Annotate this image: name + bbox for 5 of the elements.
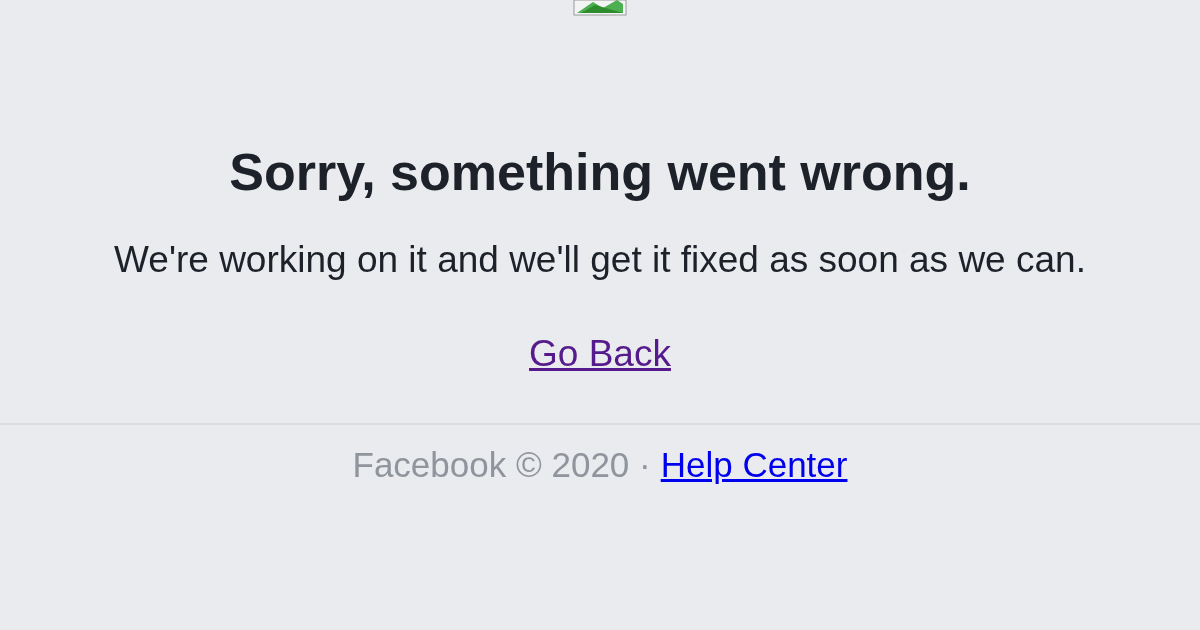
go-back-link[interactable]: Go Back — [529, 332, 671, 376]
error-message: We're working on it and we'll get it fixed as soon as we can. — [114, 238, 1086, 282]
error-heading: Sorry, something went wrong. — [229, 142, 971, 202]
help-center-link[interactable]: Help Center — [660, 443, 848, 487]
copyright-text: Facebook © 2020 · — [352, 444, 651, 486]
